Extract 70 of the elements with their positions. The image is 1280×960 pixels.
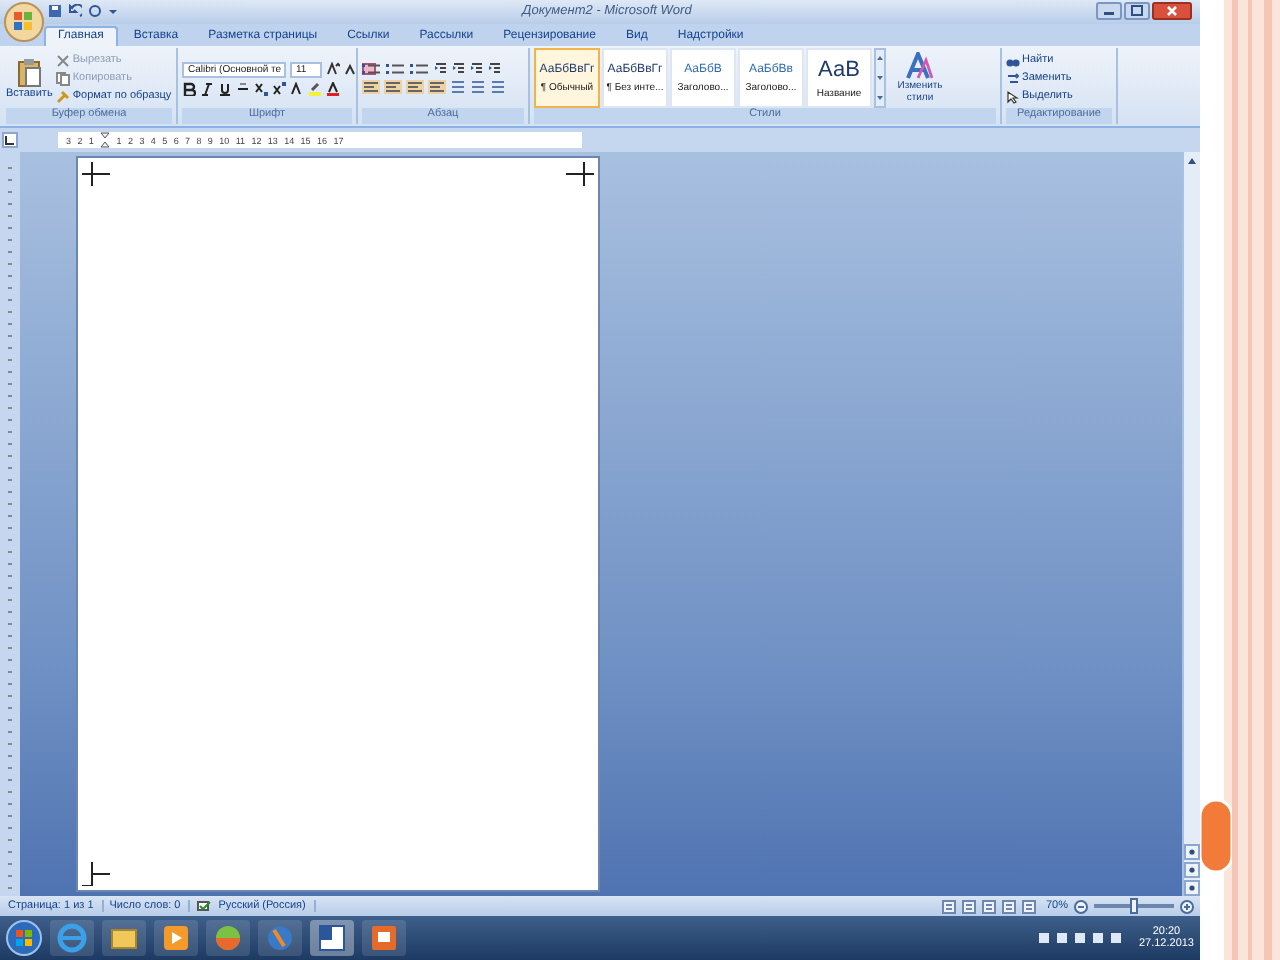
ball-icon: [212, 922, 244, 955]
taskbar-button[interactable]: [362, 920, 406, 957]
justify-icon[interactable]: [428, 80, 446, 95]
proofing-icon[interactable]: [196, 899, 213, 914]
zoom-slider[interactable]: [1094, 904, 1174, 909]
taskbar-button[interactable]: [258, 920, 302, 957]
taskbar-button[interactable]: [310, 920, 354, 957]
globe-icon: [264, 922, 296, 955]
line-spacing-icon[interactable]: [450, 80, 466, 95]
close-icon[interactable]: [1152, 2, 1192, 21]
brush-icon: [56, 89, 71, 104]
borders-icon[interactable]: [490, 80, 506, 95]
previous-page-icon[interactable]: [1184, 844, 1200, 861]
replace-icon: [1006, 71, 1020, 86]
crop-mark-icon: [566, 162, 594, 187]
decrease-indent-icon[interactable]: [434, 62, 448, 77]
scroll-arrows-icon[interactable]: [874, 48, 886, 109]
tab-selector-icon[interactable]: [2, 132, 18, 149]
superscript-icon[interactable]: [272, 81, 286, 96]
zoom-out-icon[interactable]: [1074, 899, 1088, 914]
slider-thumb[interactable]: [1130, 898, 1138, 915]
letter-a-icon: [906, 52, 934, 81]
bold-icon[interactable]: [182, 81, 196, 96]
grow-font-icon[interactable]: [326, 62, 340, 77]
highlight-icon[interactable]: [308, 81, 322, 96]
change-case-icon[interactable]: [290, 81, 304, 96]
taskbar-button[interactable]: [154, 920, 198, 957]
cursor-icon: [1006, 89, 1020, 104]
draft-icon[interactable]: [1021, 899, 1036, 914]
maximize-icon[interactable]: [1124, 2, 1150, 21]
shrink-font-icon[interactable]: [344, 62, 358, 77]
crop-mark-icon: [82, 862, 110, 887]
web-layout-icon[interactable]: [981, 899, 996, 914]
outline-icon[interactable]: [1001, 899, 1016, 914]
align-center-icon[interactable]: [384, 80, 402, 95]
start-button-icon[interactable]: [6, 920, 42, 957]
shading-icon[interactable]: [470, 80, 486, 95]
italic-icon[interactable]: [200, 81, 214, 96]
save-icon[interactable]: [48, 4, 62, 19]
dropdown-icon[interactable]: [108, 4, 118, 19]
multilevel-list-icon[interactable]: [410, 62, 430, 77]
media-player-icon: [160, 922, 192, 955]
underline-icon[interactable]: [218, 81, 232, 96]
undo-icon[interactable]: [68, 4, 82, 19]
next-page-icon[interactable]: [1184, 880, 1200, 897]
zoom-in-icon[interactable]: [1180, 899, 1194, 914]
taskbar-button[interactable]: [206, 920, 250, 957]
align-left-icon[interactable]: [362, 80, 380, 95]
strikethrough-icon[interactable]: [236, 81, 250, 96]
presentation-icon: [368, 922, 400, 955]
increase-indent-icon[interactable]: [452, 62, 466, 77]
numbering-icon[interactable]: [386, 62, 406, 77]
font-color-icon[interactable]: [326, 81, 340, 96]
browse-object-icon[interactable]: [1184, 862, 1200, 879]
clipboard-icon: [17, 57, 42, 88]
browser-icon: [56, 922, 88, 955]
binoculars-icon: [1006, 53, 1020, 68]
reading-layout-icon[interactable]: [961, 899, 976, 914]
indent-marker-icon[interactable]: [100, 132, 111, 149]
copy-icon: [56, 71, 71, 86]
taskbar-button[interactable]: [102, 920, 146, 957]
scissors-icon: [56, 53, 71, 68]
minimize-icon[interactable]: [1096, 2, 1122, 21]
word-document-icon: [316, 922, 348, 955]
vertical-scrollbar[interactable]: [1182, 152, 1200, 897]
print-layout-icon[interactable]: [941, 899, 956, 914]
align-right-icon[interactable]: [406, 80, 424, 95]
subscript-icon[interactable]: [254, 81, 268, 96]
crop-mark-icon: [82, 162, 110, 187]
bullets-icon[interactable]: [362, 62, 382, 77]
